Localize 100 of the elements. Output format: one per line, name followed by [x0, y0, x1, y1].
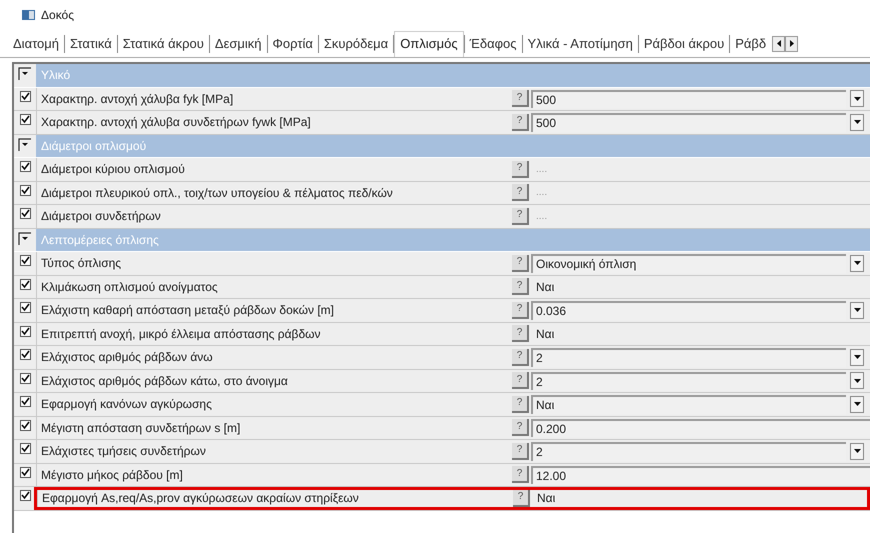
window-icon	[22, 10, 35, 20]
dropdown-button[interactable]	[850, 348, 864, 366]
window-title: Δοκός	[41, 7, 74, 24]
property-label: Ελάχιστος αριθμός ράβδων κάτω, στο άνοιγμα	[41, 372, 288, 390]
dropdown-button[interactable]	[850, 90, 864, 108]
tab[interactable]: Δεσμική	[210, 32, 267, 54]
collapse-toggle-icon[interactable]	[18, 67, 32, 81]
property-label: Ελάχιστη καθαρή απόσταση μεταξύ ράβδων δοκών [m]	[41, 302, 334, 320]
tab[interactable]: Στατικά άκρου	[118, 32, 209, 54]
checkbox[interactable]	[20, 396, 30, 407]
help-button[interactable]: ?	[512, 325, 529, 342]
checkbox[interactable]	[20, 90, 30, 102]
help-button[interactable]: ?	[512, 419, 529, 436]
property-label: Ελάχιστες τμήσεις συνδετήρων	[41, 443, 206, 460]
tab[interactable]: Σκυρόδεμα	[318, 32, 394, 54]
help-button[interactable]: ?	[512, 466, 529, 484]
dropdown-field[interactable]: 2	[531, 348, 846, 366]
group-title: Υλικό	[41, 67, 70, 84]
help-button[interactable]: ?	[512, 160, 529, 178]
dropdown-field[interactable]: Οικονομική όπλιση	[531, 254, 846, 272]
checkbox[interactable]	[20, 372, 30, 384]
property-label: Διάμετροι συνδετήρων	[41, 208, 161, 226]
property-label: Χαρακτηρ. αντοχή χάλυβα συνδετήρων fywk [MPa]	[41, 114, 311, 132]
dropdown-button[interactable]	[850, 302, 864, 319]
caret-icon	[854, 378, 860, 383]
property-label: Διάμετροι πλευρικού οπλ., τοιχ/των υπογείου & πέλματος πεδ/κών	[41, 184, 393, 202]
tab[interactable]: Ράβδ	[730, 32, 772, 54]
right-arrow-icon	[790, 40, 794, 47]
checkbox[interactable]	[20, 184, 30, 196]
left-arrow-icon	[776, 40, 781, 47]
property-label: Χαρακτηρ. αντοχή χάλυβα fyk [MPa]	[41, 90, 234, 108]
input-field[interactable]: 12.00	[531, 466, 870, 484]
dropdown-button[interactable]	[850, 372, 864, 390]
checkbox[interactable]	[20, 326, 30, 336]
help-button[interactable]: ?	[512, 184, 529, 202]
dropdown-button[interactable]	[850, 254, 864, 272]
dropdown-button[interactable]	[850, 114, 864, 131]
caret-icon	[854, 96, 860, 101]
help-button[interactable]: ?	[512, 208, 529, 225]
tab[interactable]: Οπλισμός	[394, 30, 464, 56]
dropdown-field[interactable]: Ναι	[531, 395, 846, 414]
property-label: Μέγιστη απόσταση συνδετήρων s [m]	[41, 420, 240, 437]
help-button[interactable]: ?	[512, 254, 529, 272]
dropdown-field[interactable]: 500	[531, 113, 846, 132]
group-title: Διάμετροι οπλισμού	[41, 138, 146, 155]
property-label: Ελάχιστος αριθμός ράβδων άνω	[41, 349, 213, 366]
dropdown-button[interactable]	[850, 396, 864, 413]
checkbox[interactable]	[20, 208, 30, 219]
caret-icon	[854, 261, 860, 266]
property-value: Ναι	[535, 326, 556, 343]
help-button[interactable]: ?	[512, 114, 529, 131]
tab[interactable]: Διατομή	[8, 32, 64, 54]
checkbox[interactable]	[20, 349, 30, 360]
checkbox[interactable]	[20, 443, 30, 454]
scroll-right-button[interactable]	[785, 36, 798, 52]
help-button[interactable]: ?	[512, 348, 529, 366]
caret-icon	[854, 308, 860, 312]
caret-icon	[854, 355, 860, 360]
dropdown-button[interactable]	[850, 442, 864, 460]
help-button[interactable]: ?	[512, 396, 529, 413]
dropdown-field[interactable]: 2	[531, 372, 846, 390]
help-button[interactable]: ?	[512, 372, 529, 390]
tab[interactable]: Υλικά - Αποτίμηση	[522, 32, 638, 54]
checkbox[interactable]	[20, 114, 30, 125]
tab[interactable]: Ράβδοι άκρου	[638, 32, 730, 54]
property-label: Εφαρμογή As,req/As,prov αγκύρωσεων ακραίων στηρίξεων	[42, 490, 359, 508]
help-button[interactable]: ?	[512, 90, 529, 108]
property-label: Μέγιστο μήκος ράβδου [m]	[41, 466, 183, 484]
caret-icon	[854, 120, 860, 124]
property-label: Διάμετροι κύριου οπλισμού	[41, 161, 185, 178]
property-label: Τύπος όπλισης	[41, 255, 122, 272]
help-button[interactable]: ?	[512, 302, 529, 319]
checkbox[interactable]	[20, 420, 30, 430]
dropdown-field[interactable]: 2	[531, 442, 846, 460]
property-label: Επιτρεπτή ανοχή, μικρό έλλειμα απόστασης ράβδων	[41, 326, 321, 343]
property-value: Ναι	[535, 278, 556, 296]
caret-icon	[854, 449, 860, 454]
tab[interactable]: Στατικά	[65, 32, 117, 54]
property-label: Εφαρμογή κανόνων αγκύρωσης	[41, 396, 212, 414]
dropdown-field[interactable]: 0.036	[531, 301, 846, 320]
collapse-toggle-icon[interactable]	[18, 232, 32, 246]
help-button[interactable]: ?	[513, 490, 530, 507]
input-field[interactable]: 0.200	[531, 418, 870, 437]
help-button[interactable]: ?	[512, 442, 529, 460]
property-value: Ναι	[536, 490, 556, 508]
tab[interactable]: Φορτία	[268, 32, 318, 54]
checkbox[interactable]	[20, 278, 30, 290]
checkbox[interactable]	[20, 302, 30, 313]
help-button[interactable]: ?	[512, 278, 529, 296]
tab[interactable]: Έδαφος	[464, 32, 522, 54]
checkbox[interactable]	[20, 490, 30, 501]
group-title: Λεπτομέρειες όπλισης	[41, 232, 159, 249]
checkbox[interactable]	[20, 161, 30, 172]
property-label: Κλιμάκωση οπλισμού ανοίγματος	[41, 278, 218, 296]
checkbox[interactable]	[20, 255, 30, 266]
dropdown-field[interactable]: 500	[531, 90, 846, 108]
caret-icon	[854, 402, 860, 406]
collapse-toggle-icon[interactable]	[18, 138, 32, 152]
scroll-left-button[interactable]	[772, 36, 786, 52]
checkbox[interactable]	[20, 466, 30, 478]
